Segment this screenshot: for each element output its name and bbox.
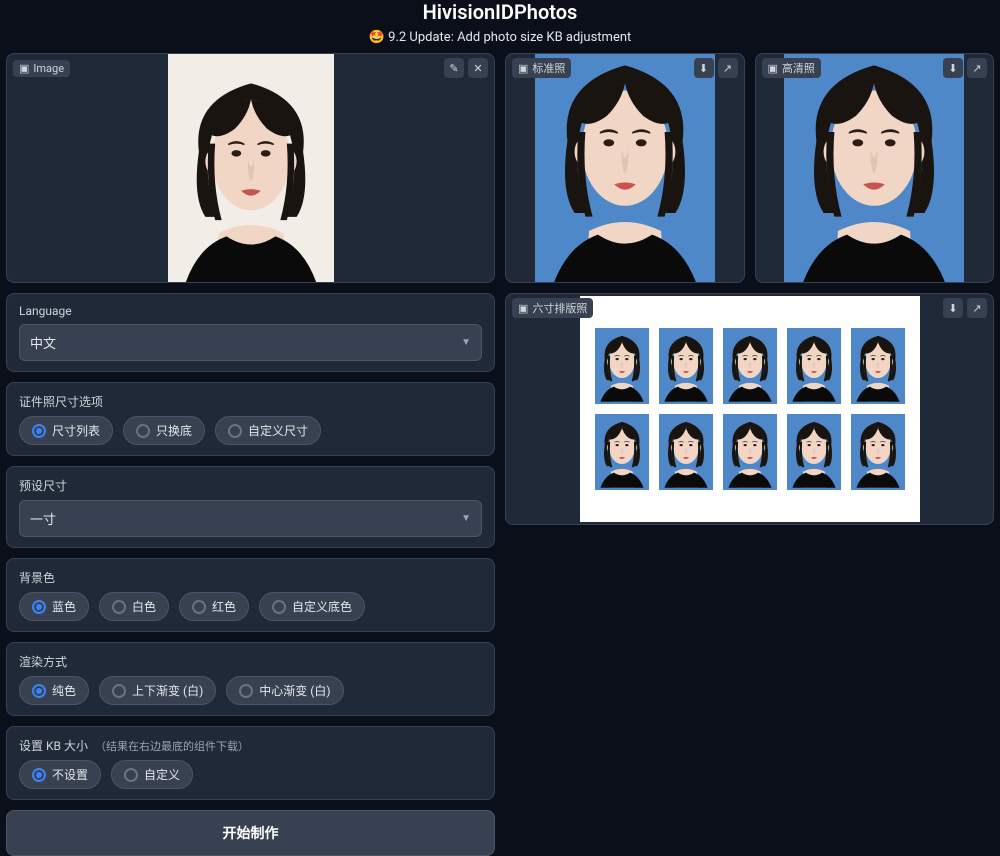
layout-cell — [723, 328, 777, 404]
radio-dot — [124, 768, 138, 782]
size-option-option-1[interactable]: 只换底 — [123, 416, 205, 445]
radio-dot — [32, 424, 46, 438]
layout-cell — [787, 414, 841, 490]
radio-label: 白色 — [132, 598, 156, 615]
bg-color-block: 背景色 蓝色 白色 红色 自定义底色 — [6, 558, 495, 632]
size-option-option-0[interactable]: 尺寸列表 — [19, 416, 113, 445]
radio-label: 自定义尺寸 — [248, 422, 308, 439]
radio-dot — [32, 768, 46, 782]
layout-cell — [659, 328, 713, 404]
layout-cell — [851, 414, 905, 490]
layout-cell — [851, 328, 905, 404]
layout-cell — [723, 414, 777, 490]
bg-color-label: 背景色 — [19, 569, 482, 586]
image-icon: ▣ — [518, 62, 528, 75]
hd-portrait — [784, 54, 964, 282]
language-block: Language 中文 ▼ — [6, 293, 495, 372]
chevron-down-icon: ▼ — [461, 513, 471, 524]
standard-photo-panel: ▣ 标准照 ⬇ ↗ — [505, 53, 745, 283]
size-option-block: 证件照尺寸选项 尺寸列表 只换底 自定义尺寸 — [6, 382, 495, 456]
size-option-option-2[interactable]: 自定义尺寸 — [215, 416, 321, 445]
layout-cell — [659, 414, 713, 490]
hd-photo-panel: ▣ 高清照 ⬇ ↗ — [755, 53, 995, 283]
layout-cell — [787, 328, 841, 404]
share-icon[interactable]: ↗ — [967, 58, 987, 78]
render-mode-option-0[interactable]: 纯色 — [19, 676, 89, 705]
kb-size-helper: （结果在右边最底的组件下载） — [95, 740, 249, 753]
render-mode-block: 渲染方式 纯色 上下渐变 (白) 中心渐变 (白) — [6, 642, 495, 716]
render-mode-option-2[interactable]: 中心渐变 (白) — [226, 676, 343, 705]
input-image-panel[interactable]: ▣ Image ✎ ✕ — [6, 53, 495, 283]
radio-label: 只换底 — [156, 422, 192, 439]
radio-label: 尺寸列表 — [52, 422, 100, 439]
kb-size-label: 设置 KB 大小 — [19, 739, 88, 753]
input-image-label: ▣ Image — [13, 60, 70, 77]
bg-color-option-2[interactable]: 红色 — [179, 592, 249, 621]
close-icon[interactable]: ✕ — [468, 58, 488, 78]
render-mode-label: 渲染方式 — [19, 653, 482, 670]
render-mode-option-1[interactable]: 上下渐变 (白) — [99, 676, 216, 705]
radio-label: 自定义底色 — [292, 598, 352, 615]
layout-sheet — [580, 296, 920, 522]
radio-dot — [112, 684, 126, 698]
radio-label: 不设置 — [52, 766, 88, 783]
app-title: HivisionIDPhotos — [0, 0, 1000, 24]
share-icon[interactable]: ↗ — [718, 58, 738, 78]
input-portrait — [168, 54, 334, 282]
radio-dot — [136, 424, 150, 438]
preset-size-block: 预设尺寸 一寸 ▼ — [6, 466, 495, 548]
kb-option-1[interactable]: 自定义 — [111, 760, 193, 789]
download-icon[interactable]: ⬇ — [694, 58, 714, 78]
radio-label: 上下渐变 (白) — [132, 682, 203, 699]
layout-cell — [595, 414, 649, 490]
update-banner: 🤩 9.2 Update: Add photo size KB adjustme… — [0, 30, 1000, 45]
language-label: Language — [19, 304, 482, 318]
chevron-down-icon: ▼ — [461, 337, 471, 348]
radio-label: 中心渐变 (白) — [259, 682, 330, 699]
radio-dot — [32, 684, 46, 698]
image-icon: ▣ — [19, 62, 29, 75]
bg-color-option-3[interactable]: 自定义底色 — [259, 592, 365, 621]
share-icon[interactable]: ↗ — [967, 298, 987, 318]
standard-portrait — [535, 54, 715, 282]
layout-photo-panel: ▣ 六寸排版照 ⬇ ↗ — [505, 293, 994, 525]
size-option-label: 证件照尺寸选项 — [19, 393, 482, 410]
bg-color-option-1[interactable]: 白色 — [99, 592, 169, 621]
language-select[interactable]: 中文 ▼ — [19, 324, 482, 361]
image-icon: ▣ — [518, 302, 528, 315]
hd-photo-label: ▣ 高清照 — [762, 58, 821, 78]
radio-dot — [192, 600, 206, 614]
radio-label: 自定义 — [144, 766, 180, 783]
start-button[interactable]: 开始制作 — [6, 810, 495, 856]
layout-photo-label: ▣ 六寸排版照 — [512, 298, 593, 318]
download-icon[interactable]: ⬇ — [943, 298, 963, 318]
bg-color-option-0[interactable]: 蓝色 — [19, 592, 89, 621]
radio-dot — [112, 600, 126, 614]
standard-photo-label: ▣ 标准照 — [512, 58, 571, 78]
radio-dot — [32, 600, 46, 614]
radio-dot — [228, 424, 242, 438]
kb-option-0[interactable]: 不设置 — [19, 760, 101, 789]
kb-size-block: 设置 KB 大小 （结果在右边最底的组件下载） 不设置 自定义 — [6, 726, 495, 800]
header: HivisionIDPhotos 🤩 9.2 Update: Add photo… — [0, 0, 1000, 53]
edit-icon[interactable]: ✎ — [444, 58, 464, 78]
radio-label: 红色 — [212, 598, 236, 615]
layout-cell — [595, 328, 649, 404]
radio-dot — [272, 600, 286, 614]
preset-size-select[interactable]: 一寸 ▼ — [19, 500, 482, 537]
image-icon: ▣ — [768, 62, 778, 75]
preset-size-label: 预设尺寸 — [19, 477, 482, 494]
radio-label: 蓝色 — [52, 598, 76, 615]
radio-dot — [239, 684, 253, 698]
download-icon[interactable]: ⬇ — [943, 58, 963, 78]
radio-label: 纯色 — [52, 682, 76, 699]
